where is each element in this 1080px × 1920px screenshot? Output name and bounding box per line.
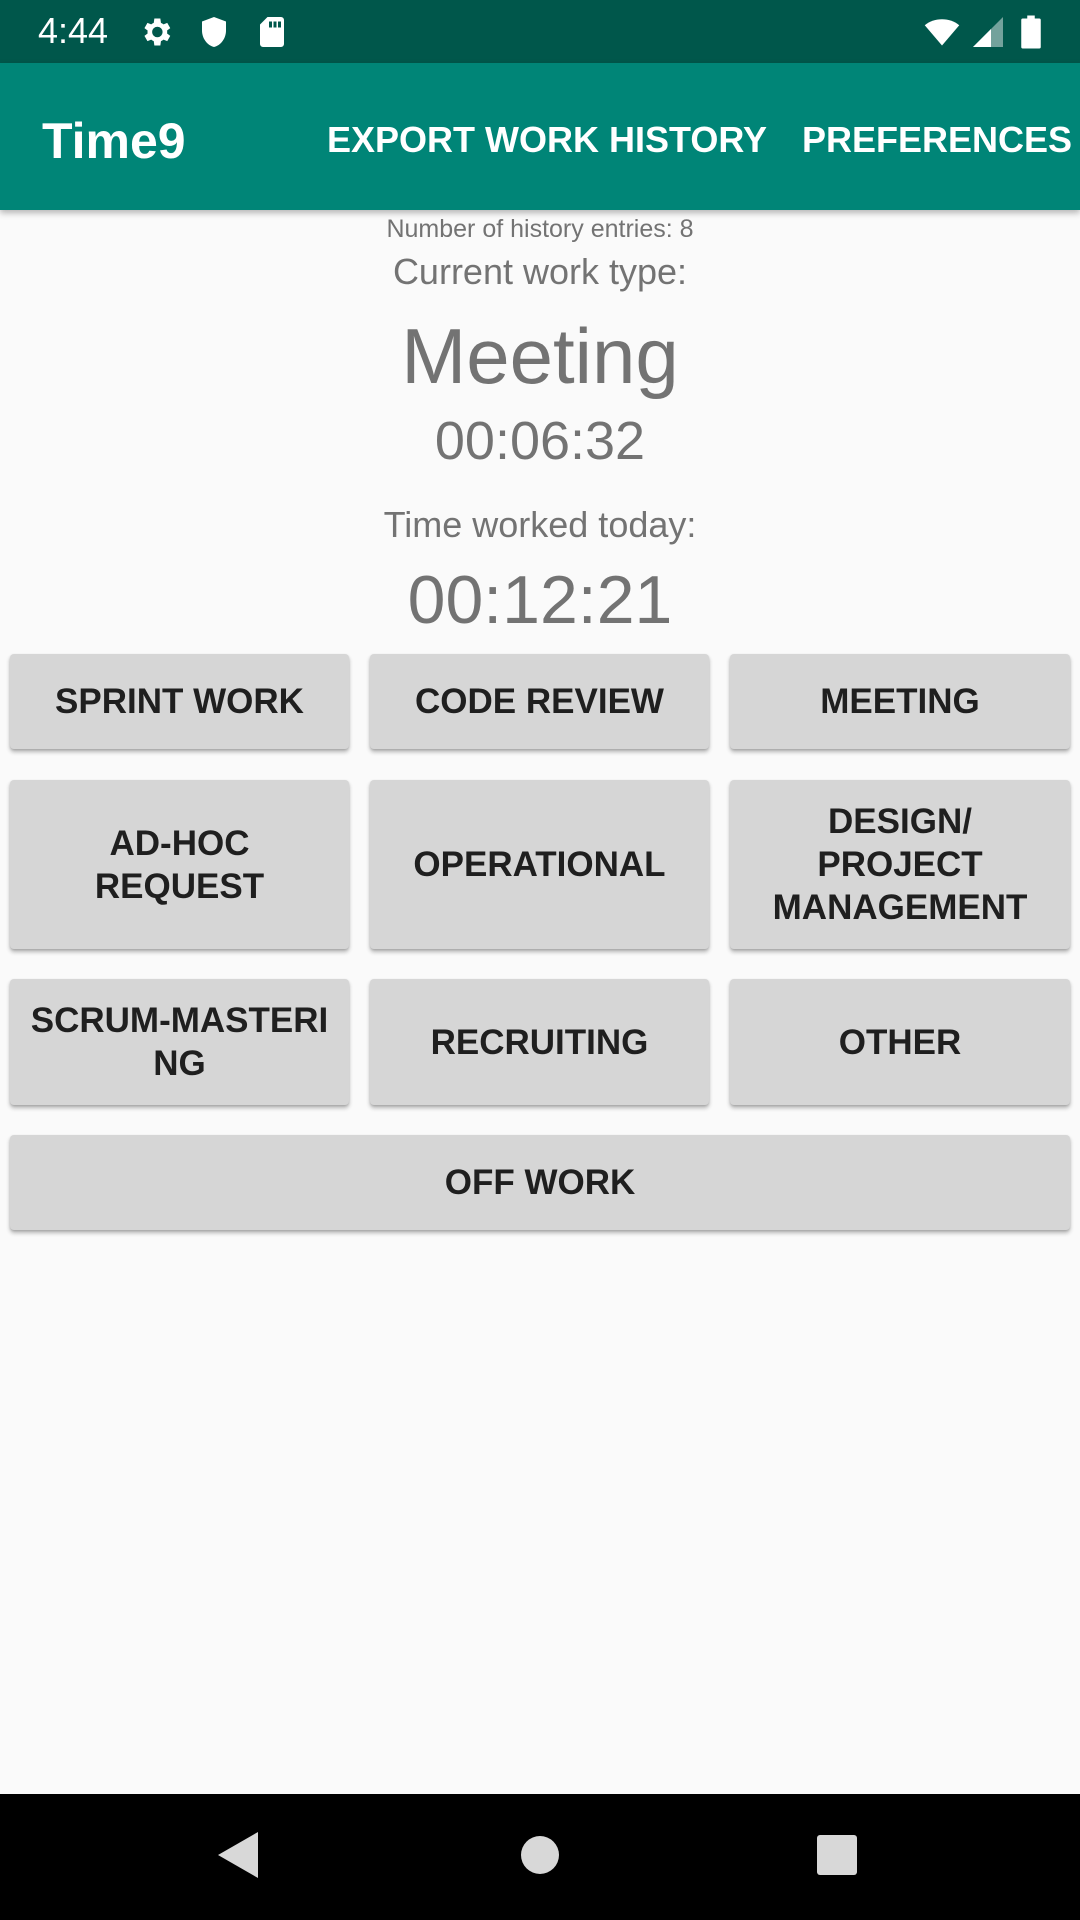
current-work-timer: 00:06:32 (434, 411, 646, 471)
app-bar: Time9 EXPORT WORK HISTORY PREFERENCES (0, 63, 1080, 210)
code-review-button[interactable]: CODE REVIEW (370, 654, 709, 749)
gear-icon (144, 18, 171, 46)
cell-signal-icon (973, 17, 1003, 47)
status-bar: 4:44 (0, 0, 1080, 63)
export-work-history-button[interactable]: EXPORT WORK HISTORY (327, 118, 767, 162)
app-title: Time9 (42, 113, 186, 169)
battery-icon (1021, 15, 1041, 49)
home-icon[interactable] (519, 1834, 561, 1876)
sd-card-icon (260, 17, 284, 47)
time-worked-today: 00:12:21 (407, 562, 673, 638)
current-work-type: Meeting (401, 312, 679, 400)
wifi-icon (924, 19, 960, 46)
recruiting-button[interactable]: RECRUITING (370, 979, 709, 1105)
off-work-button[interactable]: OFF WORK (10, 1135, 1070, 1230)
meeting-button[interactable]: MEETING (730, 654, 1070, 749)
time-worked-today-label: Time worked today: (383, 504, 697, 545)
current-work-type-label: Current work type: (392, 251, 688, 292)
scrum-mastering-button[interactable]: SCRUM-MASTERI NG (10, 979, 349, 1105)
ad-hoc-request-button[interactable]: AD-HOC REQUEST (10, 780, 349, 949)
history-entries-count: Number of history entries: 8 (386, 215, 694, 243)
operational-button[interactable]: OPERATIONAL (370, 780, 709, 949)
sprint-work-button[interactable]: SPRINT WORK (10, 654, 349, 749)
shield-icon (202, 17, 226, 47)
recents-icon[interactable] (816, 1834, 858, 1876)
status-time: 4:44 (38, 10, 109, 51)
preferences-button[interactable]: PREFERENCES (802, 118, 1072, 162)
navigation-bar (0, 1794, 1080, 1920)
back-icon[interactable] (216, 1830, 260, 1880)
other-button[interactable]: OTHER (730, 979, 1070, 1105)
design-project-management-button[interactable]: DESIGN/ PROJECT MANAGEMENT (730, 780, 1070, 949)
